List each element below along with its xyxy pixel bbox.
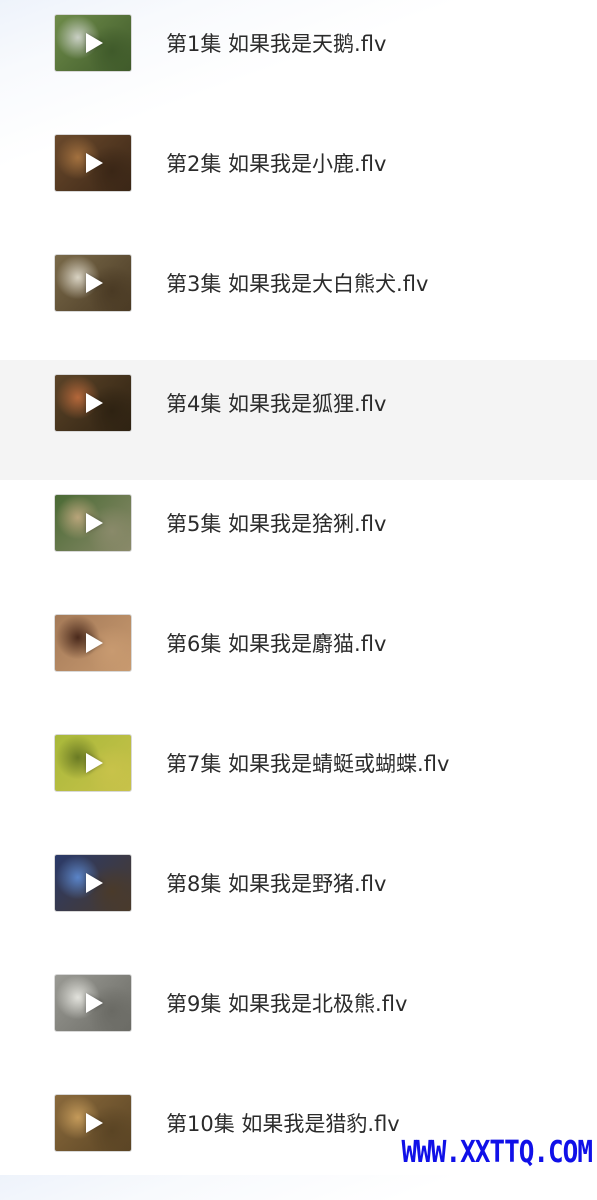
- file-row[interactable]: 第3集 如果我是大白熊犬.flv: [0, 240, 597, 360]
- file-name[interactable]: 第5集 如果我是猞猁.flv: [166, 511, 386, 537]
- play-icon: [86, 753, 103, 773]
- file-name[interactable]: 第9集 如果我是北极熊.flv: [166, 991, 407, 1017]
- play-icon: [86, 513, 103, 533]
- file-name[interactable]: 第7集 如果我是蜻蜓或蝴蝶.flv: [166, 751, 449, 777]
- play-icon: [86, 1113, 103, 1133]
- file-row[interactable]: 第6集 如果我是麝猫.flv: [0, 600, 597, 720]
- file-name[interactable]: 第2集 如果我是小鹿.flv: [166, 151, 386, 177]
- file-row[interactable]: 第7集 如果我是蜻蜓或蝴蝶.flv: [0, 720, 597, 840]
- play-icon: [86, 153, 103, 173]
- file-name[interactable]: 第8集 如果我是野猪.flv: [166, 871, 386, 897]
- watermark-text: WWW.XXTTQ.COM: [401, 1135, 593, 1171]
- video-thumbnail[interactable]: [54, 14, 132, 72]
- file-row[interactable]: 第9集 如果我是北极熊.flv: [0, 960, 597, 1080]
- file-list: 第1集 如果我是天鹅.flv 第2集 如果我是小鹿.flv 第3集 如果我是大白熊犬…: [0, 0, 597, 1200]
- play-icon: [86, 873, 103, 893]
- file-name[interactable]: 第10集 如果我是猎豹.flv: [166, 1111, 400, 1137]
- play-icon: [86, 33, 103, 53]
- file-name[interactable]: 第3集 如果我是大白熊犬.flv: [166, 271, 428, 297]
- play-icon: [86, 273, 103, 293]
- video-thumbnail[interactable]: [54, 854, 132, 912]
- play-icon: [86, 633, 103, 653]
- play-icon: [86, 993, 103, 1013]
- file-row[interactable]: 第2集 如果我是小鹿.flv: [0, 120, 597, 240]
- video-thumbnail[interactable]: [54, 614, 132, 672]
- file-row[interactable]: 第8集 如果我是野猪.flv: [0, 840, 597, 960]
- video-thumbnail[interactable]: [54, 734, 132, 792]
- video-thumbnail[interactable]: [54, 374, 132, 432]
- video-thumbnail[interactable]: [54, 254, 132, 312]
- file-row[interactable]: 第1集 如果我是天鹅.flv: [0, 0, 597, 120]
- video-thumbnail[interactable]: [54, 134, 132, 192]
- file-row[interactable]: 第4集 如果我是狐狸.flv: [0, 360, 597, 480]
- file-name[interactable]: 第1集 如果我是天鹅.flv: [166, 31, 386, 57]
- play-icon: [86, 393, 103, 413]
- file-name[interactable]: 第4集 如果我是狐狸.flv: [166, 391, 386, 417]
- video-thumbnail[interactable]: [54, 974, 132, 1032]
- video-thumbnail[interactable]: [54, 1094, 132, 1152]
- video-thumbnail[interactable]: [54, 494, 132, 552]
- file-name[interactable]: 第6集 如果我是麝猫.flv: [166, 631, 386, 657]
- file-row[interactable]: 第5集 如果我是猞猁.flv: [0, 480, 597, 600]
